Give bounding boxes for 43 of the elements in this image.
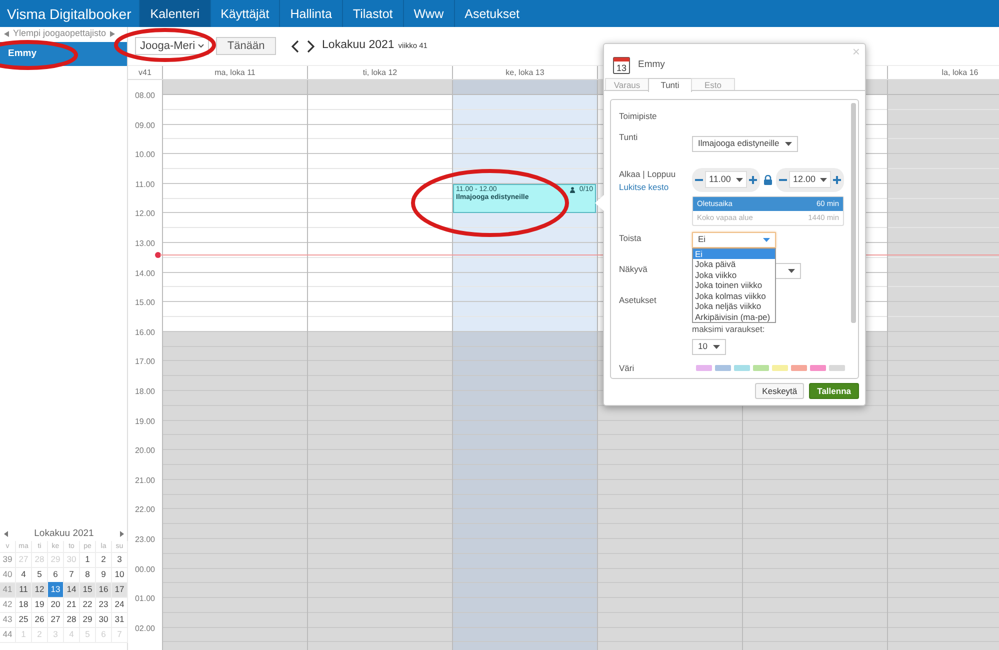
field-label: Alkaa | Loppuu [619, 168, 677, 180]
week-number: 44 [0, 627, 16, 643]
day-header: ti, loka 12 [362, 68, 398, 77]
week-number: 43 [0, 612, 16, 628]
time-label: 17.00 [134, 357, 156, 368]
time-label: 12.00 [134, 209, 156, 220]
time-label: 15.00 [134, 298, 156, 310]
week-number: 41 [0, 582, 16, 598]
field-label: Asetukset [619, 294, 656, 305]
period-title: Lokakuu 2021 [322, 38, 394, 54]
time-label: 11.00 [134, 180, 156, 191]
month-title: Lokakuu 2021 [34, 526, 94, 541]
field-label: Tunti [619, 132, 638, 142]
week-number: 39 [0, 552, 16, 568]
field-label: maksimi varaukset: [692, 322, 765, 336]
time-label: 22.00 [134, 505, 156, 516]
field-label: Väri [619, 362, 634, 372]
time-label: 01.00 [134, 594, 156, 606]
time-label: 02.00 [134, 624, 156, 635]
field-label: Näkyvä [619, 264, 648, 274]
time-label: 14.00 [134, 268, 156, 280]
day-header: la, loka 16 [942, 68, 978, 77]
time-label: 10.00 [134, 150, 156, 162]
time-label: 13.00 [134, 238, 156, 250]
time-label: 20.00 [134, 446, 156, 458]
time-label: 18.00 [134, 386, 156, 398]
group-name: Ylempi joogaopettajisto [13, 26, 106, 40]
time-label: 09.00 [134, 120, 156, 132]
week-label: v41 [138, 68, 152, 77]
week-number: 42 [0, 597, 16, 613]
time-label: 19.00 [134, 416, 156, 428]
calendar-icon: 13 [613, 56, 630, 74]
app-title: Visma Digitalbooker [6, 5, 132, 24]
field-label: Toista [619, 232, 642, 243]
dialog-title: Emmy [638, 58, 665, 72]
day-header: ke, loka 13 [506, 68, 544, 77]
section-title: Toimipiste [619, 110, 658, 123]
time-label: 23.00 [134, 534, 156, 546]
day-header: ma, loka 11 [214, 68, 256, 77]
time-label: 21.00 [134, 476, 156, 487]
time-label: 16.00 [134, 328, 156, 339]
time-label: 00.00 [134, 564, 156, 576]
time-label: 08.00 [134, 91, 156, 102]
